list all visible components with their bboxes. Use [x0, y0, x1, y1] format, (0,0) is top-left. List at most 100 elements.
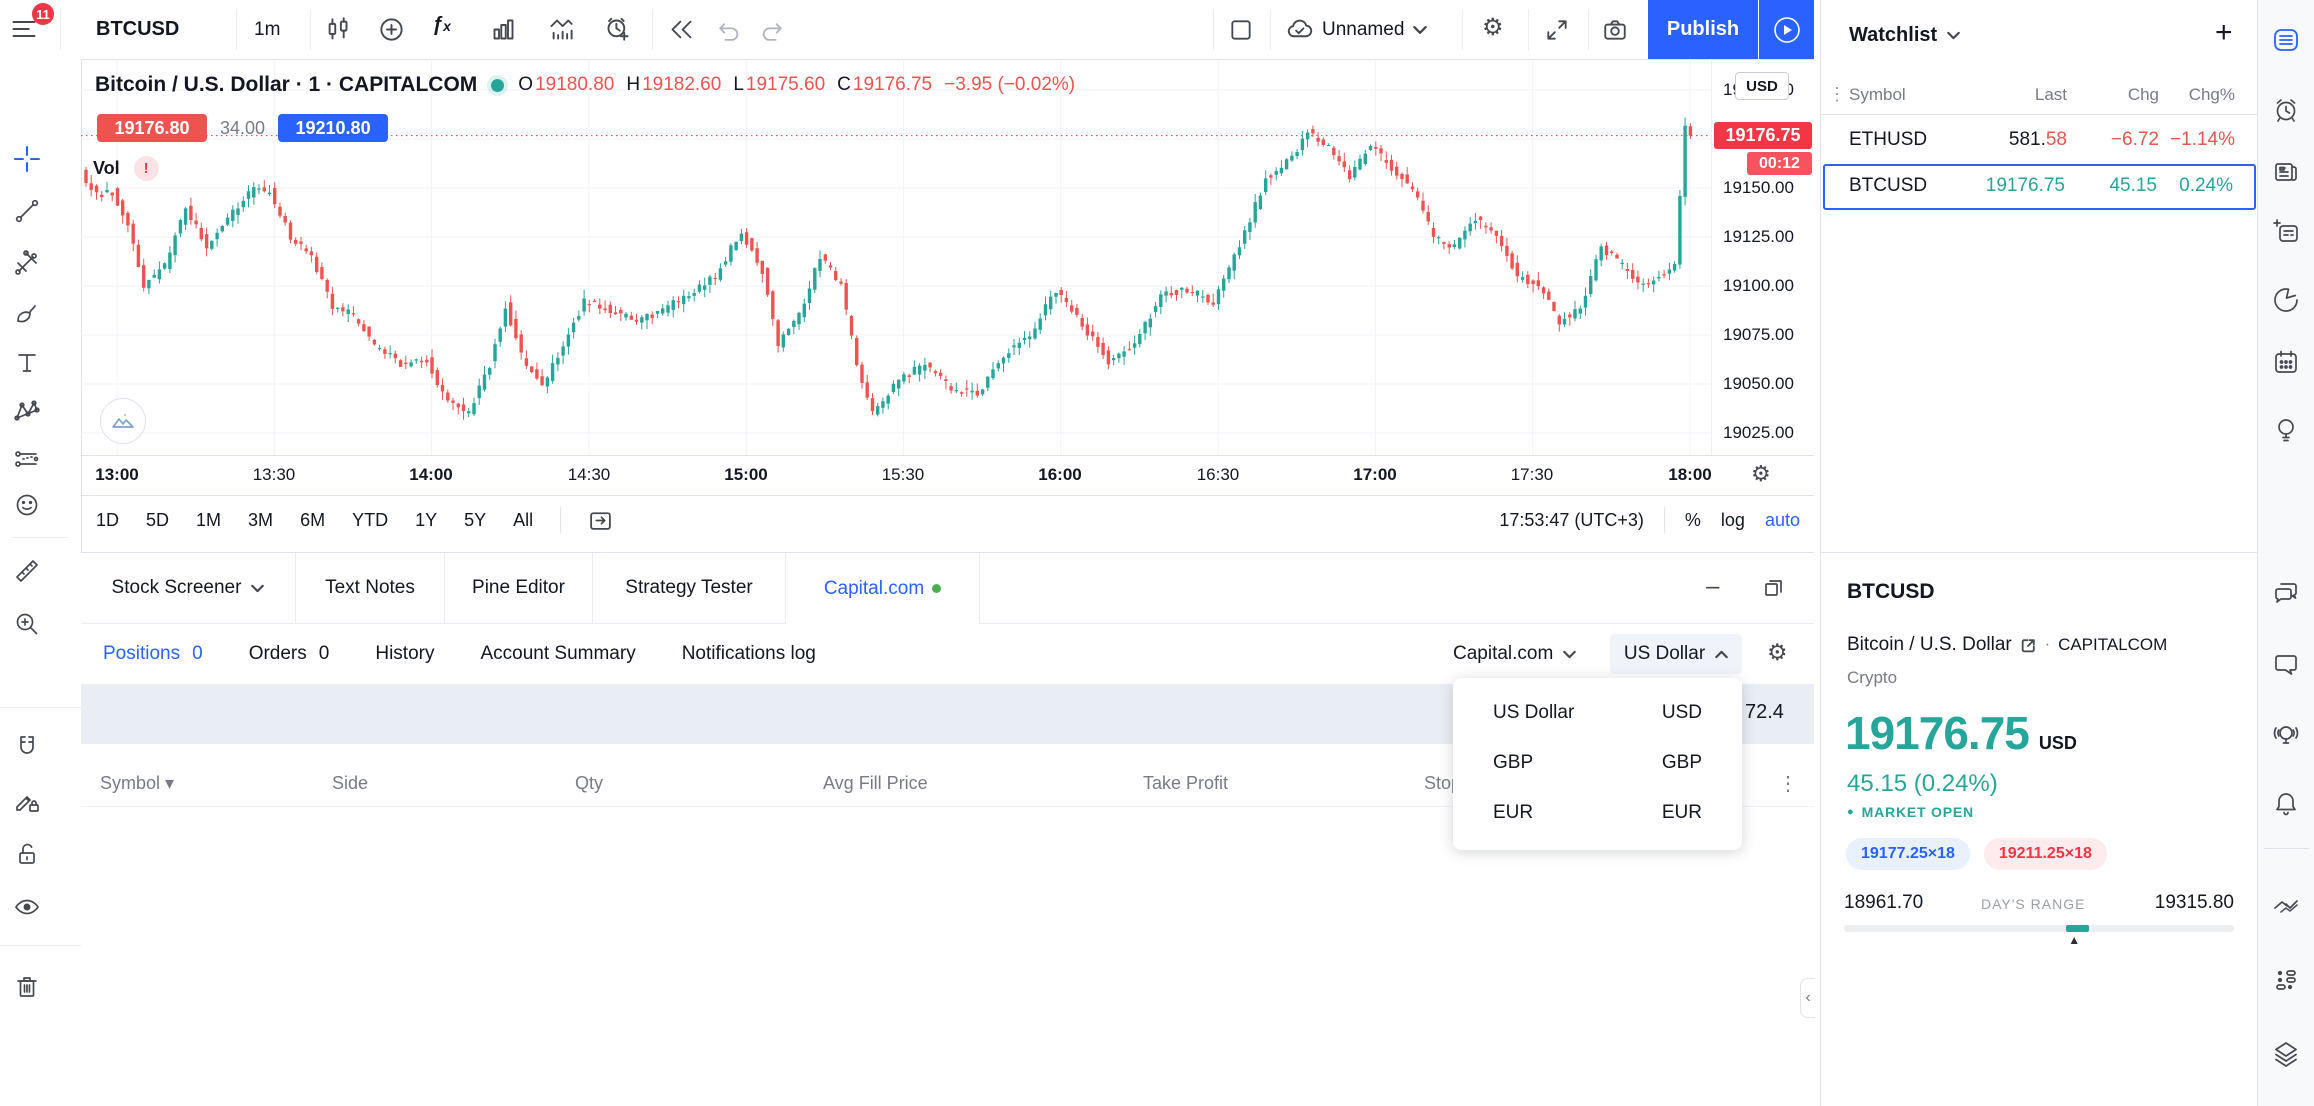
- remove-drawings-button[interactable]: [14, 974, 40, 1000]
- go-to-date-icon[interactable]: [588, 508, 613, 533]
- add-symbol-button[interactable]: +: [2215, 16, 2233, 50]
- col-qty[interactable]: Qty: [575, 773, 603, 794]
- pattern-tool-button[interactable]: [14, 398, 40, 424]
- range-3m[interactable]: 3M: [248, 510, 273, 531]
- subtab-orders[interactable]: Orders0: [249, 643, 330, 665]
- watchlist-title-button[interactable]: Watchlist: [1849, 24, 1960, 47]
- tab-text-notes[interactable]: Text Notes: [296, 553, 445, 623]
- main-menu-button[interactable]: 11: [10, 15, 50, 45]
- auto-scale-button[interactable]: auto: [1765, 510, 1800, 531]
- bar-replay-button[interactable]: [668, 16, 695, 43]
- col-avg-fill-price[interactable]: Avg Fill Price: [823, 773, 928, 794]
- range-ytd[interactable]: YTD: [352, 510, 388, 531]
- clock-label[interactable]: 17:53:47 (UTC+3): [1499, 510, 1644, 531]
- subtab-account-summary[interactable]: Account Summary: [480, 643, 635, 665]
- col-take-profit[interactable]: Take Profit: [1143, 773, 1228, 794]
- col-chgp[interactable]: Chg%: [2189, 85, 2235, 105]
- indicator-templates-button[interactable]: [490, 16, 517, 43]
- magnet-mode-button[interactable]: [14, 734, 40, 760]
- prediction-tool-button[interactable]: [14, 446, 40, 472]
- emoji-tool-button[interactable]: [14, 492, 40, 518]
- col-chg[interactable]: Chg: [2128, 85, 2159, 105]
- chart-settings-button[interactable]: ⚙: [1482, 13, 1504, 42]
- zoom-in-tool-button[interactable]: [14, 611, 40, 637]
- forecast-button[interactable]: [548, 16, 575, 43]
- hotlists-button[interactable]: [2272, 286, 2300, 314]
- fullscreen-button[interactable]: [1544, 17, 1570, 43]
- dropdown-item-eur[interactable]: EUREUR: [1453, 788, 1742, 838]
- layout-select-button[interactable]: [1228, 17, 1254, 43]
- data-window-button[interactable]: [2272, 218, 2300, 246]
- layout-name-button[interactable]: Unnamed: [1286, 0, 1427, 59]
- public-chats-button[interactable]: [2272, 578, 2300, 606]
- axis-currency-button[interactable]: USD: [1735, 72, 1789, 100]
- tab-capital-com[interactable]: Capital.com: [786, 553, 980, 624]
- panel-maximize-button[interactable]: [1763, 577, 1784, 598]
- compare-button[interactable]: [378, 16, 405, 43]
- tab-pine-editor[interactable]: Pine Editor: [445, 553, 593, 623]
- quick-trade-button[interactable]: [1759, 0, 1814, 59]
- interval-button[interactable]: 1m: [254, 0, 280, 59]
- panel-collapse-handle[interactable]: ‹: [1800, 978, 1815, 1018]
- subtab-positions[interactable]: Positions0: [103, 643, 203, 665]
- drag-handle-icon[interactable]: ⋮: [1828, 84, 1846, 105]
- gann-fib-tool-button[interactable]: [14, 250, 40, 276]
- bid-price-badge[interactable]: 19176.80: [97, 114, 207, 142]
- table-more-button[interactable]: ⋮: [1778, 771, 1798, 796]
- log-scale-button[interactable]: log: [1721, 510, 1745, 531]
- ask-price-badge[interactable]: 19210.80: [278, 114, 388, 142]
- volume-error-badge[interactable]: !: [134, 156, 159, 181]
- market-status-dot[interactable]: [491, 79, 504, 92]
- external-link-icon[interactable]: [2020, 637, 2037, 654]
- percent-scale-button[interactable]: %: [1685, 510, 1701, 531]
- tab-stock-screener[interactable]: Stock Screener: [81, 553, 296, 623]
- alert-button[interactable]: [604, 16, 631, 43]
- calendar-button[interactable]: [2272, 349, 2300, 377]
- brush-tool-button[interactable]: [14, 300, 40, 326]
- trend-line-tool-button[interactable]: [14, 198, 40, 224]
- symbol-search-button[interactable]: BTCUSD: [96, 0, 179, 59]
- measure-tool-button[interactable]: [14, 558, 40, 584]
- col-symbol[interactable]: Symbol: [1849, 85, 1906, 105]
- detail-symbol[interactable]: BTCUSD: [1847, 580, 1935, 604]
- dropdown-item-gbp[interactable]: GBPGBP: [1453, 738, 1742, 788]
- range-5d[interactable]: 5D: [146, 510, 169, 531]
- volume-label[interactable]: Vol: [93, 158, 120, 179]
- indicators-button[interactable]: ƒx: [432, 14, 451, 37]
- range-all[interactable]: All: [513, 510, 533, 531]
- price-axis[interactable]: 19200.00 19150.00 19125.00 19100.00 1907…: [1711, 59, 1815, 455]
- panel-minimize-button[interactable]: –: [1706, 573, 1719, 601]
- bid-badge[interactable]: 19177.25×18: [1846, 838, 1970, 870]
- hide-drawings-button[interactable]: [14, 894, 40, 920]
- panel-settings-button[interactable]: ⚙: [1767, 639, 1788, 666]
- undo-button[interactable]: [716, 18, 741, 43]
- publish-button[interactable]: Publish: [1648, 0, 1758, 59]
- private-chat-button[interactable]: [2272, 650, 2300, 678]
- crosshair-tool-button[interactable]: [14, 146, 40, 172]
- text-tool-button[interactable]: [14, 350, 40, 376]
- col-side[interactable]: Side: [332, 773, 368, 794]
- watchlist-row-ethusd[interactable]: ETHUSD 581.58 −6.72 −1.14%: [1821, 118, 2258, 162]
- time-axis[interactable]: 13:00 13:30 14:00 14:30 15:00 15:30 16:0…: [81, 455, 1814, 495]
- range-1m[interactable]: 1M: [196, 510, 221, 531]
- streams-button[interactable]: [2272, 720, 2300, 748]
- snapshot-button[interactable]: [1602, 17, 1628, 43]
- time-axis-settings-button[interactable]: ⚙: [1751, 461, 1771, 487]
- news-panel-button[interactable]: [2272, 158, 2300, 186]
- lock-drawings-button[interactable]: [14, 841, 40, 867]
- range-6m[interactable]: 6M: [300, 510, 325, 531]
- alerts-panel-button[interactable]: [2272, 96, 2300, 124]
- notifications-button[interactable]: [2272, 790, 2300, 818]
- range-1y[interactable]: 1Y: [415, 510, 437, 531]
- watchlist-panel-button[interactable]: [2272, 26, 2300, 54]
- chart-symbol-title[interactable]: Bitcoin / U.S. Dollar · 1 · CAPITALCOM: [95, 73, 477, 97]
- range-1d[interactable]: 1D: [96, 510, 119, 531]
- chart-type-button[interactable]: [324, 16, 351, 43]
- ideas-button[interactable]: [2272, 416, 2300, 444]
- col-symbol[interactable]: Symbol ▾: [100, 773, 174, 794]
- col-last[interactable]: Last: [2035, 85, 2067, 105]
- ask-badge[interactable]: 19211.25×18: [1984, 838, 2107, 870]
- object-tree-button[interactable]: [2272, 1040, 2300, 1068]
- broker-watermark[interactable]: [100, 398, 146, 444]
- tab-strategy-tester[interactable]: Strategy Tester: [593, 553, 786, 623]
